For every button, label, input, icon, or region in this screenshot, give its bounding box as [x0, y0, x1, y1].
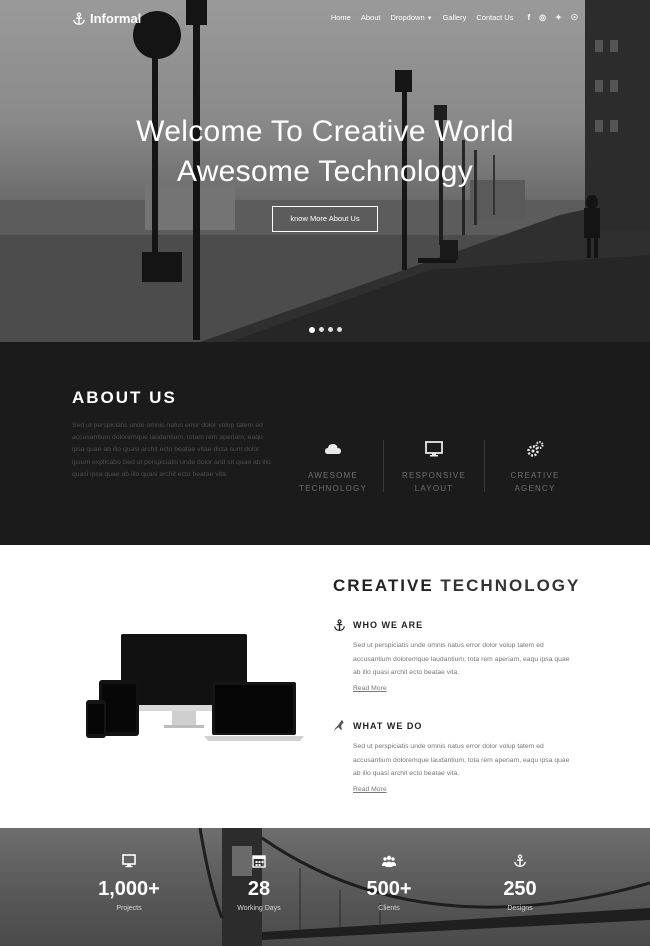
- creative-heading-rest: TECHNOLOGY: [433, 576, 581, 595]
- feature-line2: LAYOUT: [414, 484, 454, 493]
- about-heading: ABOUT US: [72, 388, 177, 408]
- creative-heading: CREATIVE TECHNOLOGY: [333, 576, 580, 596]
- creative-heading-bold: CREATIVE: [333, 576, 434, 595]
- stat-value: 1,000+: [98, 878, 160, 900]
- users-icon: [382, 855, 396, 867]
- nav-item-contact[interactable]: Contact Us: [476, 13, 513, 22]
- top-navbar: Informal Home About Dropdown ▼ Gallery Co…: [0, 0, 650, 38]
- stat-label: Projects: [116, 905, 142, 912]
- monitor-icon: [425, 441, 443, 457]
- hero-title: Welcome To Creative World Awesome Techno…: [0, 112, 650, 192]
- nav-item-dropdown-label: Dropdown: [390, 13, 425, 22]
- stat-label: Designs: [507, 905, 533, 912]
- read-more-link[interactable]: Read More: [353, 685, 387, 692]
- what-we-do-text: Sed ut perspiciatis unde omnis natus err…: [353, 743, 570, 778]
- stat-value: 28: [247, 878, 271, 900]
- nav-item-home[interactable]: Home: [331, 13, 351, 22]
- stat-label: Clients: [378, 905, 400, 912]
- nav-item-about[interactable]: About: [361, 13, 381, 22]
- nav-item-dropdown[interactable]: Dropdown ▼: [390, 13, 432, 22]
- read-more-link[interactable]: Read More: [353, 786, 387, 793]
- feature-line1: CREATIVE: [510, 471, 560, 480]
- slider-dot[interactable]: [309, 326, 315, 333]
- slider-dot[interactable]: [328, 327, 333, 332]
- anchor-icon: [514, 854, 526, 867]
- main-menu: Home About Dropdown ▼ Gallery Contact Us …: [331, 13, 578, 22]
- stat-projects: 1,000+ Projects: [74, 854, 184, 912]
- feature-awesome-technology: AWESOME TECHNOLOGY: [282, 440, 384, 495]
- gears-icon: [527, 441, 544, 457]
- social-links: f ◎ ✦ ☉: [527, 13, 578, 22]
- feature-line2: AGENCY: [514, 484, 556, 493]
- brand-logo[interactable]: Informal: [72, 11, 141, 26]
- know-more-button[interactable]: know More About Us: [272, 206, 378, 232]
- what-we-do-title: WHAT WE DO: [353, 721, 423, 731]
- brand-name: Informal: [90, 11, 142, 26]
- slider-dot[interactable]: [337, 327, 342, 332]
- stat-label: Working Days: [237, 905, 281, 912]
- slider-dot[interactable]: [319, 327, 324, 332]
- hero-title-line2: Awesome Technology: [176, 155, 474, 188]
- feature-line1: AWESOME: [308, 471, 358, 480]
- chevron-down-icon: ▼: [426, 16, 433, 22]
- stat-designs: 250 Designs: [465, 854, 575, 912]
- feature-line2: TECHNOLOGY: [298, 484, 367, 493]
- about-heading-bold: ABOUT: [72, 388, 143, 407]
- kangaroo-icon: [333, 719, 344, 732]
- instagram-icon[interactable]: ◎: [539, 13, 546, 22]
- facebook-icon[interactable]: f: [527, 13, 530, 22]
- stat-value: 500+: [366, 878, 412, 900]
- nav-item-gallery[interactable]: Gallery: [443, 13, 467, 22]
- stat-value: 250: [503, 878, 537, 900]
- cloud-icon: [325, 444, 341, 454]
- anchor-icon: [73, 11, 85, 25]
- twitter-icon[interactable]: ✦: [555, 13, 562, 22]
- feature-creative-agency: CREATIVE AGENCY: [484, 440, 586, 495]
- about-heading-rest: US: [142, 388, 177, 407]
- hero-section: Informal Home About Dropdown ▼ Gallery Co…: [0, 0, 650, 342]
- calendar-icon: [252, 855, 266, 868]
- hero-title-line1: Welcome To Creative World: [136, 115, 514, 148]
- who-we-are-title: WHO WE ARE: [353, 620, 424, 630]
- feature-responsive-layout: RESPONSIVE LAYOUT: [383, 440, 485, 495]
- about-paragraph: Sed ut perspiciatis unde omnis natus err…: [72, 422, 271, 478]
- devices-image: [86, 634, 304, 741]
- monitor-icon: [122, 854, 136, 868]
- slider-dots: [309, 326, 342, 333]
- anchor-icon: [334, 619, 345, 631]
- stat-clients: 500+ Clients: [334, 854, 444, 912]
- feature-line1: RESPONSIVE: [401, 471, 466, 480]
- stat-working-days: 28 Working Days: [204, 854, 314, 912]
- who-we-are-text: Sed ut perspiciatis unde omnis natus err…: [353, 642, 570, 677]
- pinterest-icon[interactable]: ☉: [571, 13, 578, 22]
